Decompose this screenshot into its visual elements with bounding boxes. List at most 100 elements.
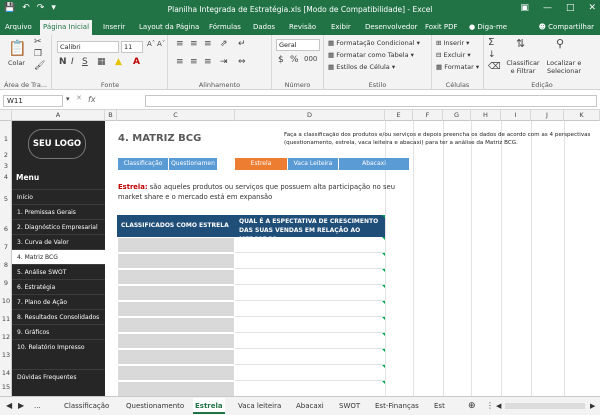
align-top-icon[interactable]: ≡ [176, 39, 184, 49]
sidebar-item-plano-acao[interactable]: 7. Plano de Ação [12, 294, 105, 309]
table-cell[interactable] [235, 381, 385, 397]
table-cell[interactable] [235, 269, 385, 285]
formula-input[interactable] [145, 95, 597, 107]
table-cell[interactable] [235, 237, 385, 253]
tab-layout[interactable]: Layout da Página [136, 20, 202, 35]
indent-icon[interactable]: ⇥ [220, 57, 228, 67]
row-header[interactable]: 6 [0, 225, 12, 233]
row-header[interactable]: 8 [0, 261, 12, 269]
sidebar-item-estrategia[interactable]: 6. Estratégia [12, 279, 105, 294]
font-size-select[interactable]: 11 [121, 41, 143, 53]
table-cell[interactable] [117, 301, 235, 317]
scroll-right-icon[interactable]: ▶ [588, 398, 597, 414]
format-painter-icon[interactable]: 🖌 [34, 61, 45, 71]
row-header[interactable]: 11 [0, 315, 12, 323]
paste-button[interactable]: Colar [8, 59, 25, 67]
row-header[interactable]: 5 [0, 195, 12, 203]
table-cell[interactable] [235, 349, 385, 365]
row-header[interactable]: 15 [0, 383, 12, 391]
currency-icon[interactable]: $ [278, 55, 284, 65]
tab-inserir[interactable]: Inserir [100, 20, 128, 35]
orientation-icon[interactable]: ⇗ [220, 39, 228, 49]
nav-button-classificacao[interactable]: Classificação [118, 158, 168, 170]
bold-icon[interactable]: N [59, 57, 67, 67]
merge-icon[interactable]: ⇔ [238, 57, 246, 67]
table-cell[interactable] [235, 333, 385, 349]
row-header[interactable]: 13 [0, 351, 12, 359]
table-cell[interactable] [235, 301, 385, 317]
table-cell[interactable] [235, 253, 385, 269]
column-header[interactable]: J [531, 110, 564, 121]
sheet-tab-classificacao[interactable]: Classificação [62, 398, 111, 414]
borders-icon[interactable]: ▦ [97, 57, 106, 67]
table-cell[interactable] [117, 285, 235, 301]
align-left-icon[interactable]: ≡ [176, 57, 184, 67]
nav-button-vaca-leiteira[interactable]: Vaca Leiteira [288, 158, 338, 170]
row-header[interactable]: 7 [0, 243, 12, 251]
name-box[interactable]: W11 [3, 95, 63, 107]
sidebar-item-matriz-bcg[interactable]: 4. Matriz BCG [12, 249, 105, 264]
select-all-corner[interactable] [0, 110, 12, 121]
close-icon[interactable]: ✕ [588, 3, 596, 13]
row-header[interactable]: 9 [0, 279, 12, 287]
column-header[interactable]: G [443, 110, 471, 121]
horizontal-scrollbar[interactable] [505, 403, 585, 409]
sort-filter-button[interactable]: Classificar e Filtrar [506, 59, 540, 75]
undo-icon[interactable]: ↶ [22, 3, 30, 13]
column-header[interactable]: D [235, 110, 385, 121]
scroll-left-icon[interactable]: ◀ [494, 398, 503, 414]
column-header[interactable]: H [471, 110, 501, 121]
find-select-button[interactable]: Localizar e Selecionar [542, 59, 586, 75]
sidebar-item-duvidas[interactable]: Dúvidas Frequentes [12, 369, 105, 384]
shrink-font-icon[interactable]: Aˇ [157, 40, 165, 48]
fill-color-icon[interactable]: ▲ [115, 57, 122, 67]
sidebar-item-resultados[interactable]: 8. Resultados Consolidados [12, 309, 105, 324]
row-header[interactable]: 2 [0, 151, 12, 159]
paste-icon[interactable]: 📋 [8, 39, 27, 57]
sidebar-item-premissas[interactable]: 1. Premissas Gerais [12, 204, 105, 219]
table-cell[interactable] [117, 269, 235, 285]
insert-cells-button[interactable]: ⊞ Inserir ▾ [436, 39, 469, 47]
column-header[interactable]: E [385, 110, 413, 121]
tab-foxit[interactable]: Foxit PDF [422, 20, 461, 35]
nav-button-abacaxi[interactable]: Abacaxi [339, 158, 409, 170]
align-right-icon[interactable]: ≡ [204, 57, 212, 67]
table-cell[interactable] [117, 349, 235, 365]
column-header[interactable]: C [117, 110, 235, 121]
sidebar-item-inicio[interactable]: Início [12, 189, 105, 204]
sidebar-item-relatorio[interactable]: 10. Relatório Impresso [12, 339, 105, 354]
tab-arquivo[interactable]: Arquivo [2, 20, 35, 35]
cut-icon[interactable]: ✂ [34, 37, 42, 47]
grow-font-icon[interactable]: Aˆ [147, 40, 155, 48]
row-header[interactable]: 12 [0, 333, 12, 341]
font-color-icon[interactable]: A [133, 57, 140, 67]
percent-icon[interactable]: % [290, 55, 299, 65]
table-cell[interactable] [117, 237, 235, 253]
cancel-entry-icon[interactable]: ✕ [76, 94, 82, 102]
column-header[interactable]: K [564, 110, 600, 121]
sheet-tab-more[interactable]: ... [32, 398, 43, 414]
sidebar-item-curva-valor[interactable]: 3. Curva de Valor [12, 234, 105, 249]
maximize-icon[interactable]: □ [566, 3, 575, 13]
sheet-tab-estrela[interactable]: Estrela [193, 398, 225, 414]
autosum-icon[interactable]: Σ [488, 37, 494, 48]
table-cell[interactable] [117, 333, 235, 349]
tab-exibir[interactable]: Exibir [328, 20, 354, 35]
table-cell[interactable] [117, 317, 235, 333]
column-header[interactable]: B [105, 110, 117, 121]
sheet-tab-vaca-leiteira[interactable]: Vaca leiteira [236, 398, 283, 414]
format-as-table-button[interactable]: ▦ Formatar como Tabela ▾ [328, 51, 414, 59]
format-cells-button[interactable]: ▦ Formatar ▾ [436, 63, 479, 71]
prev-sheet-icon[interactable]: ◀ [4, 398, 14, 414]
align-middle-icon[interactable]: ≡ [190, 39, 198, 49]
sidebar-item-swot[interactable]: 5. Análise SWOT [12, 264, 105, 279]
next-sheet-icon[interactable]: ▶ [16, 398, 26, 414]
find-select-icon[interactable]: ⚲ [556, 37, 564, 50]
sidebar-item-graficos[interactable]: 9. Gráficos [12, 324, 105, 339]
row-header[interactable]: 10 [0, 297, 12, 305]
row-header[interactable]: 1 [0, 135, 12, 143]
share-button[interactable]: ☻ Compartilhar [539, 20, 594, 35]
fill-icon[interactable]: ↓ [488, 50, 496, 60]
table-cell[interactable] [117, 381, 235, 397]
add-sheet-icon[interactable]: ⊕ [466, 398, 478, 414]
